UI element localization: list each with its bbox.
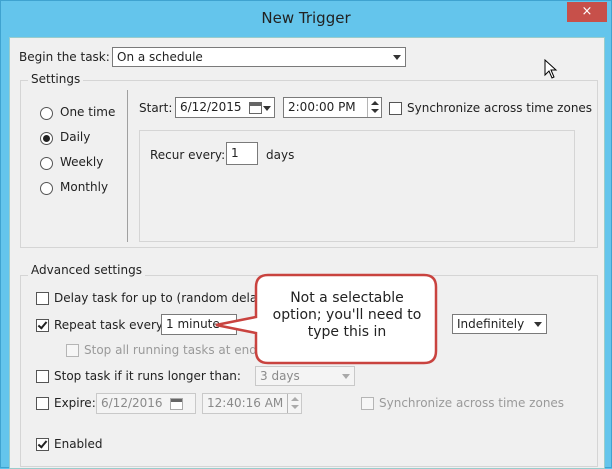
repeat-duration-value: Indefinitely — [457, 317, 525, 331]
expire-time-value: 12:40:16 AM — [207, 396, 284, 410]
title-bar[interactable]: New Trigger × — [1, 1, 611, 37]
close-button[interactable]: × — [567, 2, 607, 22]
chevron-down-icon — [342, 374, 350, 379]
stop-task-duration-value: 3 days — [260, 369, 300, 383]
chevron-down-icon — [263, 106, 271, 111]
expire-label: Expire: — [54, 396, 96, 410]
repeat-duration-select[interactable]: Indefinitely — [452, 314, 547, 334]
calendar-icon — [249, 102, 262, 114]
sync-time-zones-checkbox[interactable] — [389, 102, 402, 115]
window-title: New Trigger — [261, 9, 351, 27]
spin-up-icon[interactable] — [371, 101, 379, 105]
radio-daily[interactable] — [40, 132, 53, 145]
radio-monthly[interactable] — [40, 182, 53, 195]
expire-date-value: 6/12/2016 — [101, 396, 163, 410]
callout-text: Not a selectable option; you'll need to … — [255, 271, 439, 367]
new-trigger-window: New Trigger × Begin the task: On a sched… — [0, 0, 612, 469]
calendar-icon — [170, 398, 183, 410]
expire-sync-label: Synchronize across time zones — [379, 396, 565, 410]
recur-days-input[interactable]: 1 — [226, 142, 258, 165]
spin-up-icon[interactable] — [291, 397, 299, 401]
spin-down-icon[interactable] — [291, 405, 299, 409]
radio-weekly[interactable] — [40, 157, 53, 170]
start-time-input[interactable]: 2:00:00 PM — [283, 97, 382, 118]
radio-monthly-label: Monthly — [60, 180, 109, 194]
expire-sync-checkbox[interactable] — [361, 397, 374, 410]
recur-panel — [139, 130, 575, 242]
expire-time-spinner[interactable] — [287, 394, 302, 413]
radio-one-time-label: One time — [60, 105, 116, 119]
recur-unit-label: days — [266, 148, 295, 162]
stop-running-tasks-checkbox[interactable] — [66, 344, 79, 357]
start-label: Start: — [139, 101, 173, 115]
repeat-task-label: Repeat task every: — [54, 318, 167, 332]
sync-time-zones-label: Synchronize across time zones — [407, 101, 593, 115]
start-date-value: 6/12/2015 — [180, 100, 242, 114]
radio-weekly-label: Weekly — [60, 155, 104, 169]
stop-task-duration-select[interactable]: 3 days — [255, 366, 355, 386]
expire-checkbox[interactable] — [36, 397, 49, 410]
delay-task-checkbox[interactable] — [36, 292, 49, 305]
chevron-down-icon — [393, 55, 401, 60]
settings-group-title: Settings — [28, 72, 84, 86]
radio-one-time[interactable] — [40, 107, 53, 120]
enabled-checkbox[interactable] — [36, 438, 49, 451]
callout-line-3: type this in — [307, 324, 387, 340]
recur-label: Recur every: — [150, 148, 226, 162]
callout-line-1: Not a selectable — [290, 290, 404, 306]
enabled-label: Enabled — [54, 437, 103, 451]
begin-task-select[interactable]: On a schedule — [112, 47, 406, 67]
advanced-settings-title: Advanced settings — [28, 263, 145, 277]
begin-task-label: Begin the task: — [19, 50, 110, 64]
start-date-picker[interactable]: 6/12/2015 — [175, 97, 275, 118]
mouse-cursor-icon — [544, 59, 558, 79]
expire-date-picker[interactable]: 6/12/2016 — [96, 393, 196, 414]
stop-task-label: Stop task if it runs longer than: — [54, 369, 241, 383]
spin-down-icon[interactable] — [371, 109, 379, 113]
radio-daily-label: Daily — [60, 130, 91, 144]
start-time-value: 2:00:00 PM — [288, 100, 356, 114]
expire-time-input[interactable]: 12:40:16 AM — [202, 393, 302, 414]
callout-line-2: option; you'll need to — [272, 307, 422, 323]
begin-task-value: On a schedule — [117, 50, 203, 64]
time-spinner[interactable] — [367, 98, 382, 117]
repeat-task-checkbox[interactable] — [36, 319, 49, 332]
close-icon: × — [581, 4, 593, 19]
dialog-client-area: Begin the task: On a schedule Settings O… — [9, 37, 605, 469]
settings-separator — [127, 90, 128, 242]
stop-task-checkbox[interactable] — [36, 370, 49, 383]
recur-days-value: 1 — [231, 146, 239, 160]
chevron-down-icon — [534, 322, 542, 327]
